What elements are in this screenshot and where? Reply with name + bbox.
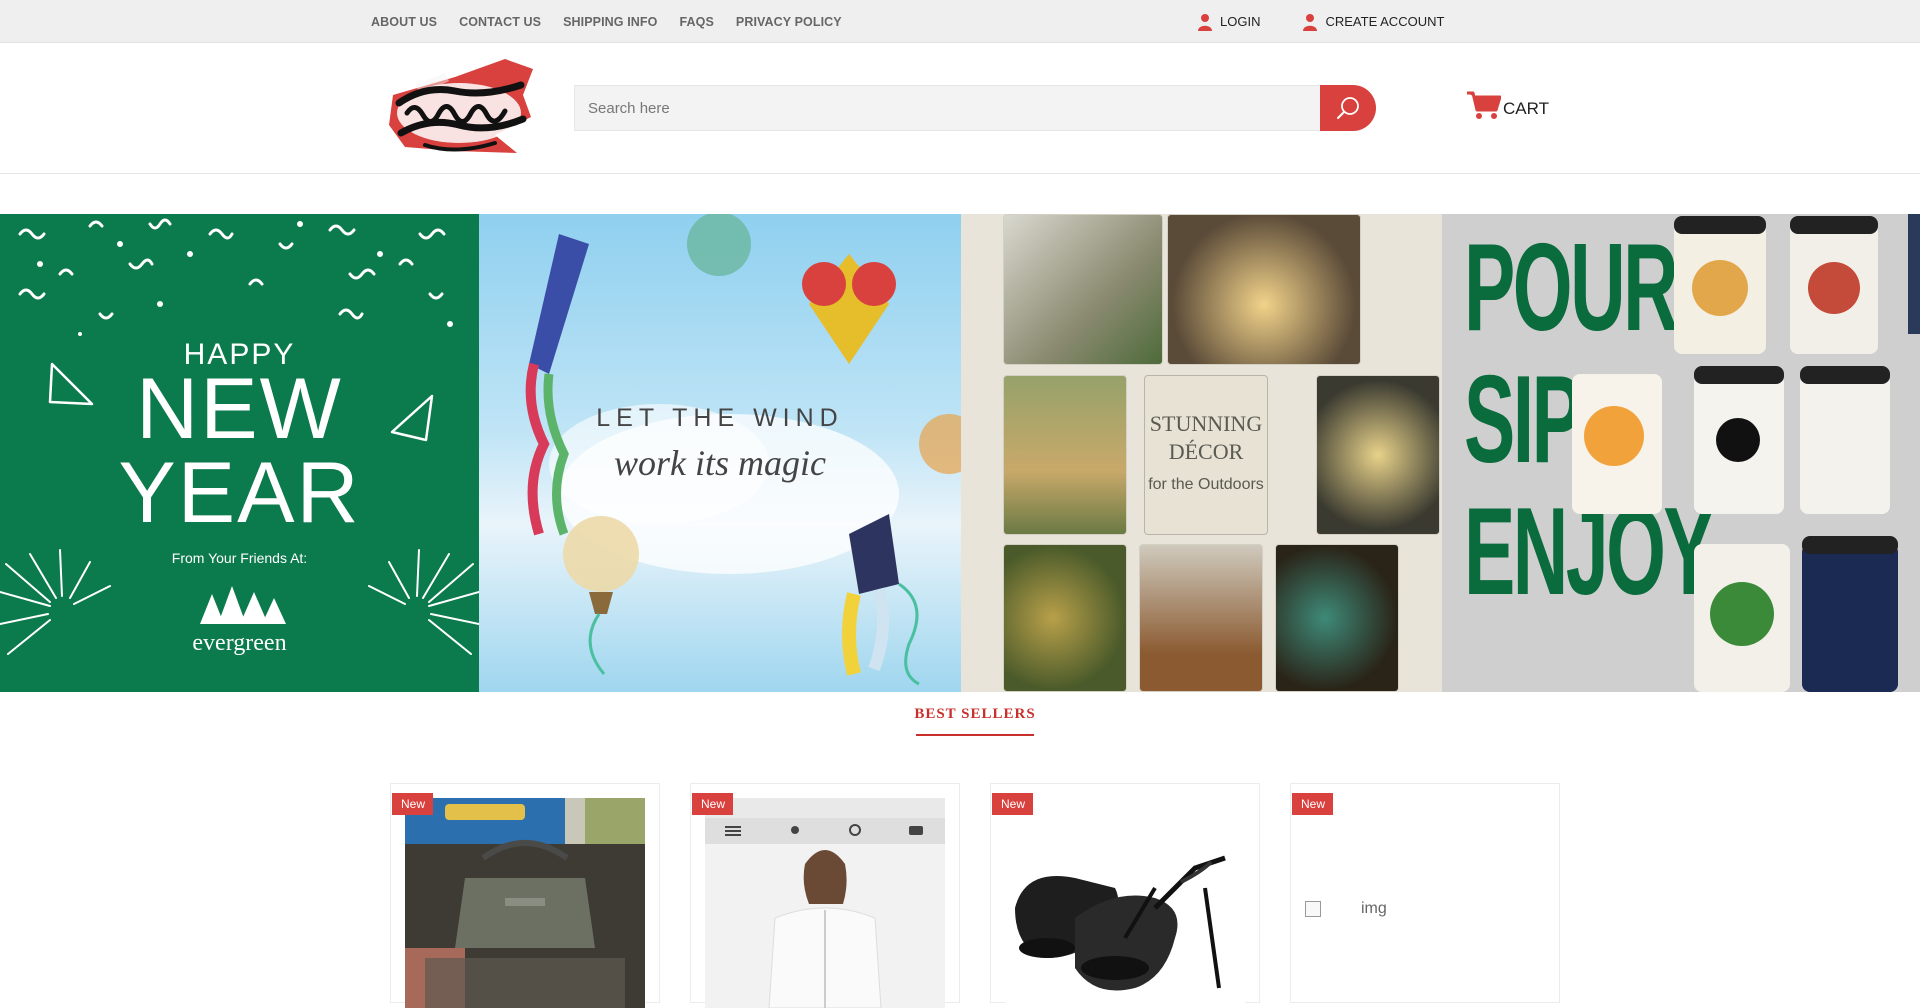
decor-title: STUNNING DÉCOR — [1149, 411, 1263, 464]
wind-subheadline: work its magic — [614, 443, 826, 483]
broken-image-icon — [1305, 901, 1321, 917]
evergreen-brand: evergreen — [192, 630, 287, 656]
login-link[interactable]: LOGIN — [1197, 13, 1260, 31]
account-links: LOGIN CREATE ACCOUNT — [1197, 0, 1444, 43]
shipping-info-link[interactable]: SHIPPING INFO — [563, 15, 657, 29]
contact-us-link[interactable]: CONTACT US — [459, 15, 541, 29]
login-label: LOGIN — [1220, 14, 1261, 29]
new-badge: New — [692, 793, 734, 815]
hero-banner[interactable]: HAPPY NEW YEAR From Your Friends At: eve… — [0, 214, 1920, 692]
new-badge: New — [392, 793, 434, 815]
cart-label: CART — [1503, 99, 1549, 118]
new-year-new: NEW — [136, 361, 343, 457]
new-year-from: From Your Friends At: — [171, 550, 308, 566]
top-nav: ABOUT US CONTACT US SHIPPING INFO FAQS P… — [371, 0, 842, 43]
best-sellers-underline — [916, 734, 1034, 736]
site-header: CART — [0, 43, 1920, 174]
about-us-link[interactable]: ABOUT US — [371, 15, 437, 29]
banner-new-year[interactable]: HAPPY NEW YEAR From Your Friends At: eve… — [0, 214, 479, 692]
product-card[interactable]: New img — [1290, 783, 1560, 1003]
site-logo[interactable] — [385, 55, 535, 161]
user-icon — [1198, 13, 1212, 31]
search-bar — [574, 85, 1376, 131]
logo-graphic — [389, 59, 533, 153]
top-bar: ABOUT US CONTACT US SHIPPING INFO FAQS P… — [0, 0, 1920, 43]
search-icon — [1337, 97, 1359, 119]
product-card[interactable]: New — [390, 783, 660, 1008]
decor-subtitle: for the Outdoors — [1148, 476, 1264, 493]
best-sellers-title: BEST SELLERS — [914, 706, 1036, 722]
user-icon — [1303, 13, 1318, 31]
product-card[interactable]: New — [690, 783, 960, 1008]
new-badge: New — [992, 793, 1034, 815]
product-image-handbag[interactable] — [405, 798, 645, 1008]
create-account-link[interactable]: CREATE ACCOUNT — [1302, 13, 1444, 31]
create-account-label: CREATE ACCOUNT — [1325, 14, 1445, 29]
cart-icon — [1467, 91, 1501, 119]
broken-product-image[interactable]: img — [1305, 900, 1387, 918]
privacy-policy-link[interactable]: PRIVACY POLICY — [736, 15, 842, 29]
banner-outdoor-decor[interactable]: STUNNING DÉCOR for the Outdoors — [961, 214, 1442, 692]
product-image-jacket[interactable] — [705, 798, 945, 1008]
wind-headline: LET THE WIND — [596, 404, 844, 432]
product-image-heels[interactable] — [1005, 798, 1245, 1008]
new-badge: New — [1292, 793, 1334, 815]
new-year-year: YEAR — [118, 445, 361, 541]
search-button[interactable] — [1320, 85, 1376, 131]
banner-pour-sip-enjoy[interactable]: POUR SIP ENJOY — [1442, 214, 1920, 692]
mugs-decoration — [1572, 214, 1920, 692]
search-input[interactable] — [574, 85, 1320, 131]
faqs-link[interactable]: FAQS — [679, 15, 713, 29]
banner-wind[interactable]: LET THE WIND work its magic — [479, 214, 961, 692]
product-card[interactable]: New — [990, 783, 1260, 1008]
decor-label-card: STUNNING DÉCOR for the Outdoors — [1144, 375, 1268, 535]
image-alt-text: img — [1361, 900, 1387, 917]
cart-link[interactable]: CART — [1467, 85, 1549, 125]
